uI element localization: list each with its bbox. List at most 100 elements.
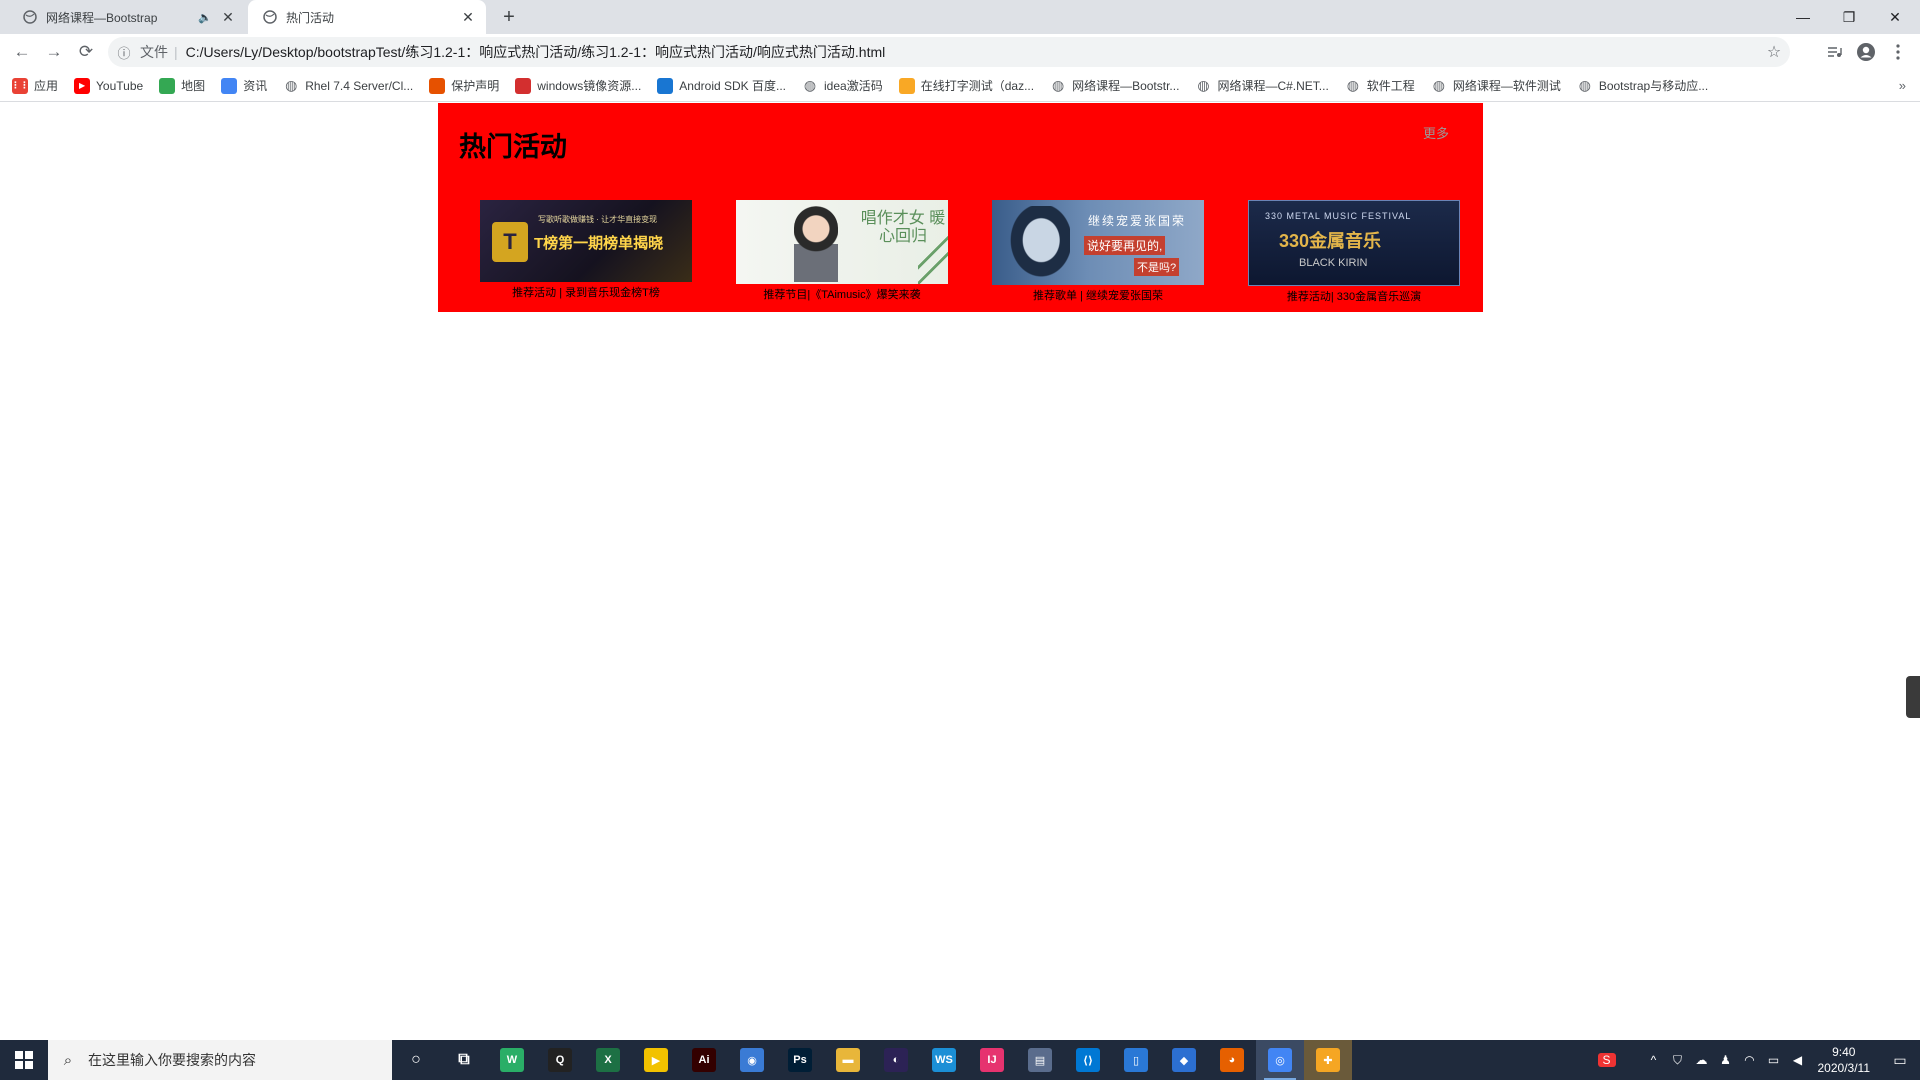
- banner-line-1: 继续宠爱张国荣: [1088, 214, 1187, 228]
- menu-kebab-icon[interactable]: [1884, 38, 1912, 66]
- taskbar-app-button[interactable]: Ai: [680, 1040, 728, 1080]
- activity-card-3[interactable]: 继续宠爱张国荣 说好要再见的, 不是吗? 推荐歌单 | 继续宠爱张国荣: [992, 200, 1204, 303]
- bookmark-item[interactable]: 在线打字测试（daz...: [898, 77, 1034, 94]
- bookmark-label: 网络课程—Bootstr...: [1072, 79, 1180, 93]
- taskbar-app-button[interactable]: ◆: [1160, 1040, 1208, 1080]
- card-caption[interactable]: 推荐活动 | 录到音乐现金榜T榜: [480, 284, 692, 300]
- search-placeholder: 在这里输入你要搜索的内容: [88, 1052, 256, 1068]
- c-icon: [515, 77, 532, 94]
- bookmark-item[interactable]: ◍ 网络课程—C#.NET...: [1195, 77, 1328, 94]
- minimize-button[interactable]: —: [1780, 0, 1826, 34]
- taskbar-app-button[interactable]: ◐: [872, 1040, 920, 1080]
- taskbar-app-button[interactable]: Q: [536, 1040, 584, 1080]
- bookmark-item[interactable]: windows镜像资源...: [515, 77, 641, 94]
- address-bar[interactable]: ⓘ 文件 | C:/Users/Ly/Desktop/bootstrapTest…: [108, 37, 1790, 67]
- windows-start-button[interactable]: [0, 1040, 48, 1080]
- youtube-icon: ▶: [74, 77, 91, 94]
- taskbar-app-button[interactable]: Ps: [776, 1040, 824, 1080]
- bookmark-item[interactable]: Android SDK 百度...: [657, 77, 786, 94]
- cortana-icon: ○: [411, 1051, 421, 1068]
- apps-grid-icon: ⋮⋮: [11, 77, 29, 94]
- taskbar-app-button[interactable]: ✚: [1304, 1040, 1352, 1080]
- bookmark-item[interactable]: ◍ 网络课程—软件测试: [1431, 77, 1561, 94]
- volume-icon[interactable]: ◀: [1786, 1053, 1810, 1067]
- taskbar-app-button[interactable]: ⧉: [440, 1040, 488, 1080]
- tab-title: 热门活动: [286, 10, 335, 25]
- side-drawer-handle[interactable]: [1906, 676, 1920, 718]
- clock[interactable]: 9:40 2020/3/11: [1818, 1044, 1871, 1076]
- battery-icon[interactable]: ▭: [1762, 1053, 1786, 1067]
- reload-button[interactable]: ⟳: [72, 38, 100, 66]
- taskbar-app-button[interactable]: ◕: [1208, 1040, 1256, 1080]
- clock-time: 9:40: [1832, 1045, 1856, 1059]
- tab-bootstrap-course[interactable]: 网络课程—Bootstrap 🔈 ✕: [8, 0, 246, 34]
- bookmark-item[interactable]: ◍ 软件工程: [1345, 77, 1415, 94]
- close-window-button[interactable]: ✕: [1872, 0, 1918, 34]
- activity-card-1[interactable]: 写歌听歌做赚钱 · 让才华直接变现 T T榜第一期榜单揭晓 推荐活动 | 录到音…: [480, 200, 692, 300]
- security-shield-icon[interactable]: ⛉: [1666, 1053, 1690, 1068]
- bookmark-item[interactable]: ◍ 网络课程—Bootstr...: [1050, 77, 1179, 94]
- bookmark-label: 网络课程—C#.NET...: [1217, 79, 1329, 93]
- globe-icon: ◍: [803, 77, 817, 93]
- speaker-icon[interactable]: 🔈: [198, 11, 214, 24]
- bookmark-item[interactable]: ◍ Bootstrap与移动应...: [1577, 77, 1708, 94]
- activity-banner-leslie[interactable]: 继续宠爱张国荣 说好要再见的, 不是吗?: [992, 200, 1204, 285]
- taskbar-search-input[interactable]: ⌕ 在这里输入你要搜索的内容: [48, 1040, 392, 1080]
- taskbar-app-button[interactable]: ◎: [1256, 1040, 1304, 1080]
- bookmark-item[interactable]: 保护声明: [429, 77, 499, 94]
- activity-card-2[interactable]: 唱作才女 暖心回归 推荐节目|《TAimusic》爆笑来袭: [736, 200, 948, 302]
- activity-banner-t-chart[interactable]: 写歌听歌做赚钱 · 让才华直接变现 T T榜第一期榜单揭晓: [480, 200, 692, 282]
- url-text[interactable]: C:/Users/Ly/Desktop/bootstrapTest/练习1.2-…: [186, 42, 1758, 62]
- taskbar-app-button[interactable]: ◉: [728, 1040, 776, 1080]
- activity-banner-metal[interactable]: 330 METAL MUSIC FESTIVAL 330金属音乐 BLACK K…: [1248, 200, 1460, 286]
- media-control-icon[interactable]: [1820, 38, 1848, 66]
- info-icon[interactable]: ⓘ: [108, 43, 140, 62]
- tab-close-icon[interactable]: ✕: [220, 9, 236, 25]
- back-button[interactable]: ←: [8, 38, 36, 66]
- activity-card-4[interactable]: 330 METAL MUSIC FESTIVAL 330金属音乐 BLACK K…: [1248, 200, 1460, 304]
- restore-button[interactable]: ❐: [1826, 0, 1872, 34]
- profile-avatar-icon[interactable]: [1852, 38, 1880, 66]
- bookmarks-overflow-button[interactable]: »: [1899, 78, 1906, 93]
- tray-chevron-icon[interactable]: ^: [1642, 1053, 1666, 1067]
- banner-line-2: 说好要再见的,: [1084, 236, 1166, 255]
- bookmark-label: 应用: [34, 79, 59, 93]
- taskbar-app-button[interactable]: W: [488, 1040, 536, 1080]
- more-link[interactable]: 更多: [1423, 123, 1449, 142]
- wifi-icon[interactable]: ◠: [1738, 1053, 1762, 1067]
- bookmark-item[interactable]: ◍ idea激活码: [802, 77, 883, 94]
- new-tab-button[interactable]: +: [496, 5, 522, 29]
- system-tray: S ^ ⛉ ☁ ♟ ◠ ▭ ◀ 9:40 2020/3/11 ▭: [1597, 1040, 1920, 1080]
- forward-button[interactable]: →: [40, 38, 68, 66]
- bookmark-item[interactable]: ⋮⋮ 应用: [11, 77, 59, 94]
- taskbar-app-button[interactable]: ○: [392, 1040, 440, 1080]
- bookmark-item[interactable]: ◍ Rhel 7.4 Server/Cl...: [283, 77, 413, 94]
- taskbar-app-button[interactable]: ▶: [632, 1040, 680, 1080]
- qq-tray-icon[interactable]: ♟: [1714, 1053, 1738, 1067]
- card-caption[interactable]: 推荐歌单 | 继续宠爱张国荣: [992, 287, 1204, 303]
- activity-banner-singer[interactable]: 唱作才女 暖心回归: [736, 200, 948, 284]
- taskbar-app-button[interactable]: IJ: [968, 1040, 1016, 1080]
- card-caption[interactable]: 推荐节目|《TAimusic》爆笑来袭: [736, 286, 948, 302]
- tab-hot-activities[interactable]: 热门活动 ✕: [248, 0, 486, 34]
- taskbar-app-button[interactable]: ▤: [1016, 1040, 1064, 1080]
- taskbar-app-button[interactable]: ▬: [824, 1040, 872, 1080]
- card-caption[interactable]: 推荐活动| 330金属音乐巡演: [1248, 288, 1460, 304]
- taskbar-app-button[interactable]: ▯: [1112, 1040, 1160, 1080]
- notification-center-icon[interactable]: ▭: [1880, 1052, 1920, 1069]
- bookmark-label: Android SDK 百度...: [679, 79, 787, 93]
- bookmark-item[interactable]: ▶ YouTube: [74, 77, 143, 94]
- bookmark-item[interactable]: 地图: [159, 77, 205, 94]
- clock-date: 2020/3/11: [1817, 1061, 1871, 1075]
- document-icon: ▤: [1028, 1048, 1052, 1072]
- bookmark-star-icon[interactable]: ☆: [1758, 42, 1790, 62]
- taskbar-app-button[interactable]: X: [584, 1040, 632, 1080]
- bookmarks-bar: ⋮⋮ 应用 ▶ YouTube 地图 资讯 ◍ Rhel 7.4 Server/Cl... 保护…: [0, 70, 1920, 102]
- taskbar-app-button[interactable]: ⟨⟩: [1064, 1040, 1112, 1080]
- sogou-input-icon[interactable]: S: [1597, 1053, 1616, 1067]
- taskbar-app-button[interactable]: WS: [920, 1040, 968, 1080]
- banner-headline: T榜第一期榜单揭晓: [534, 235, 664, 252]
- bookmark-item[interactable]: 资讯: [221, 77, 267, 94]
- tab-close-icon[interactable]: ✕: [460, 9, 476, 25]
- cloud-icon[interactable]: ☁: [1690, 1053, 1714, 1067]
